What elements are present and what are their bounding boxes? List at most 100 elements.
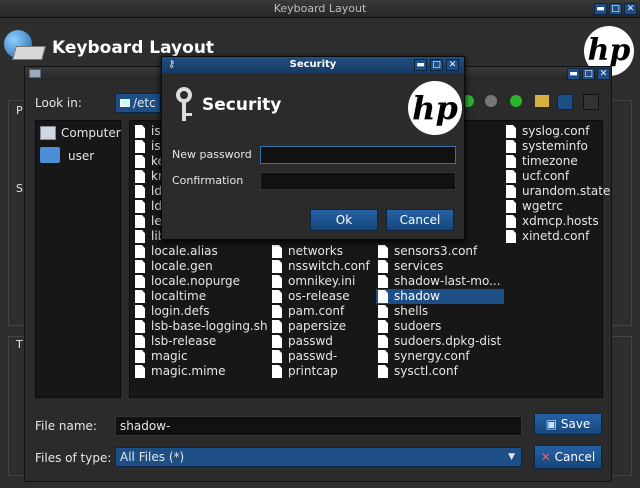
list-item[interactable]: is [133, 124, 161, 139]
save-label: Save [560, 417, 591, 431]
list-item[interactable]: passwd [270, 334, 333, 349]
list-item[interactable]: sudoers.dpkg-dist [376, 334, 501, 349]
page-title: Keyboard Layout [52, 38, 215, 58]
file-name-label: File name: [35, 419, 97, 433]
list-item[interactable]: papersize [270, 319, 346, 334]
forward-icon[interactable] [485, 95, 497, 107]
list-item[interactable]: is [133, 139, 161, 154]
list-view-icon[interactable] [557, 94, 573, 110]
list-item[interactable]: locale.gen [133, 259, 213, 274]
list-item[interactable]: wgetrc [504, 199, 563, 214]
list-item[interactable]: locale.alias [133, 244, 218, 259]
list-item[interactable]: urandom.state [504, 184, 610, 199]
list-item[interactable]: magic.mime [133, 364, 226, 379]
list-item[interactable]: sysctl.conf [376, 364, 458, 379]
close-button[interactable]: ✕ [624, 3, 637, 15]
fd-maximize-button[interactable]: □ [582, 68, 595, 80]
chevron-down-icon: ▼ [508, 452, 515, 462]
dialog-app-icon [29, 69, 41, 78]
list-item[interactable]: networks [270, 244, 343, 259]
list-item[interactable]: os-release [270, 289, 350, 304]
file-name-input[interactable]: shadow- [115, 416, 522, 436]
file-type-select[interactable]: All Files (*) ▼ [115, 447, 522, 467]
outer-title-bar[interactable]: Keyboard Layout [0, 0, 640, 18]
sec-minimize-button[interactable]: ▬ [414, 59, 427, 71]
confirmation-label: Confirmation [172, 174, 244, 187]
right-panel-frame-lower [612, 336, 632, 476]
sec-maximize-button[interactable]: □ [430, 59, 443, 71]
list-item[interactable]: timezone [504, 154, 578, 169]
list-item[interactable]: sensors3.conf [376, 244, 477, 259]
places-sidebar: Computer user [35, 120, 121, 398]
place-user[interactable]: user [68, 149, 94, 163]
list-item[interactable]: lsb-release [133, 334, 216, 349]
keyboard-globe-icon [2, 30, 46, 62]
security-heading: Security [202, 95, 282, 115]
sec-close-button[interactable]: ✕ [446, 59, 459, 71]
folder-small-icon [120, 99, 130, 107]
list-item[interactable]: shells [376, 304, 428, 319]
detail-view-icon[interactable] [583, 94, 599, 110]
maximize-button[interactable]: □ [609, 3, 622, 15]
list-item[interactable]: printcap [270, 364, 338, 379]
list-item[interactable]: sudoers [376, 319, 441, 334]
list-item[interactable]: lsb-base-logging.sh [133, 319, 268, 334]
hp-logo-dialog: hp [408, 81, 462, 135]
security-dialog: Security ⚷ ▬ □ ✕ Security hp New passwor… [161, 56, 465, 240]
file-type-label: Files of type: [35, 451, 112, 465]
confirmation-field[interactable] [260, 172, 456, 190]
list-item[interactable]: services [376, 259, 443, 274]
list-item[interactable]: ld [133, 199, 162, 214]
cancel-label: Cancel [554, 450, 596, 464]
list-item[interactable]: login.defs [133, 304, 210, 319]
ok-button[interactable]: Ok [310, 209, 378, 231]
list-item[interactable]: magic [133, 349, 188, 364]
list-item[interactable]: omnikey.ini [270, 274, 355, 289]
left-letter-p: P [16, 104, 23, 117]
left-panel-frame [8, 100, 24, 326]
new-password-field[interactable] [260, 146, 456, 164]
list-item[interactable]: ld [133, 184, 162, 199]
key-small-icon: ⚷ [168, 59, 176, 70]
keyboard-layout-window: Keyboard Layout ▬ □ ✕ Keyboard Layout hp… [0, 0, 640, 488]
file-type-value: All Files (*) [120, 450, 185, 464]
list-item-selected[interactable]: shadow [376, 289, 504, 304]
save-icon: ▣ [545, 417, 561, 431]
look-in-value: /etc [133, 96, 156, 110]
list-item[interactable]: synergy.conf [376, 349, 470, 364]
right-panel-frame [612, 100, 632, 326]
list-item[interactable]: systeminfo [504, 139, 588, 154]
key-icon [172, 87, 198, 123]
list-item[interactable]: le [133, 214, 162, 229]
cancel-button[interactable]: ✕ Cancel [534, 445, 602, 469]
left-letter-s: S [16, 182, 23, 195]
security-window-title: Security [289, 59, 337, 70]
list-item[interactable]: ucf.conf [504, 169, 569, 184]
list-item[interactable]: shadow-last-mo... [376, 274, 501, 289]
up-folder-icon[interactable] [510, 95, 522, 107]
new-password-label: New password [172, 148, 252, 161]
list-item[interactable]: xinetd.conf [504, 229, 589, 244]
new-folder-icon[interactable] [535, 95, 549, 107]
minimize-button[interactable]: ▬ [594, 3, 607, 15]
list-item[interactable]: passwd- [270, 349, 337, 364]
place-computer[interactable]: Computer [61, 126, 121, 140]
computer-icon [40, 126, 56, 140]
list-item[interactable]: nsswitch.conf [270, 259, 370, 274]
left-panel-frame-lower [8, 336, 24, 476]
list-item[interactable]: xdmcp.hosts [504, 214, 599, 229]
folder-icon [40, 147, 60, 163]
outer-window-title: Keyboard Layout [273, 2, 367, 15]
close-icon: ✕ [540, 450, 555, 464]
list-item[interactable]: syslog.conf [504, 124, 589, 139]
list-item[interactable]: kr [133, 169, 163, 184]
look-in-label: Look in: [35, 96, 82, 110]
list-item[interactable]: locale.nopurge [133, 274, 240, 289]
fd-minimize-button[interactable]: ▬ [567, 68, 580, 80]
fd-close-button[interactable]: ✕ [597, 68, 610, 80]
look-in-combo[interactable]: /etc [115, 93, 161, 113]
list-item[interactable]: localtime [133, 289, 206, 304]
security-cancel-button[interactable]: Cancel [386, 209, 454, 231]
list-item[interactable]: pam.conf [270, 304, 344, 319]
save-button[interactable]: ▣ Save [534, 413, 602, 435]
